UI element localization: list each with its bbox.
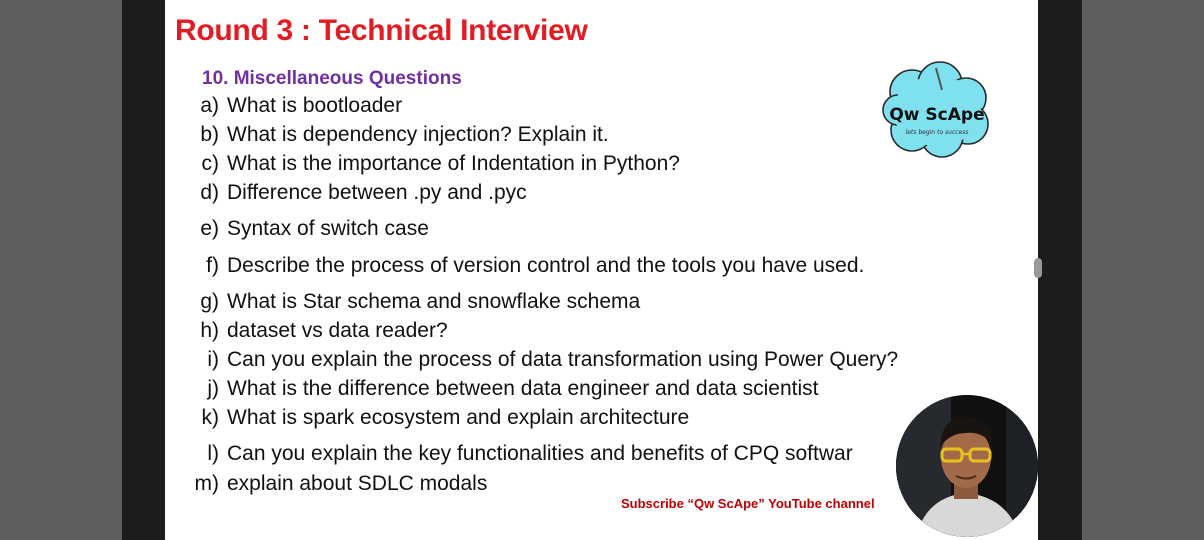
question-letter: b) bbox=[200, 123, 219, 146]
question-text: Difference between .py and .pyc bbox=[227, 181, 527, 204]
question-letter: a) bbox=[200, 94, 219, 117]
question-text: Syntax of switch case bbox=[227, 217, 429, 240]
logo-tagline: lets begin to success bbox=[906, 129, 969, 136]
edge-scroll-handle[interactable] bbox=[1034, 258, 1042, 278]
question-letter: l) bbox=[207, 442, 219, 465]
question-text: What is the difference between data engi… bbox=[227, 377, 819, 400]
question-letter: e) bbox=[200, 217, 219, 240]
question-letter: i) bbox=[207, 348, 219, 371]
section-heading: 10. Miscellaneous Questions bbox=[202, 68, 462, 89]
logo-name: Qw ScApe bbox=[889, 105, 984, 125]
question-letter: k) bbox=[201, 406, 220, 429]
subscribe-banner: Subscribe “Qw ScApe” YouTube channel bbox=[621, 496, 875, 511]
question-text: What is bootloader bbox=[227, 94, 403, 117]
question-text: explain about SDLC modals bbox=[227, 472, 488, 495]
question-text: Describe the process of version control … bbox=[227, 254, 865, 277]
question-letter: d) bbox=[200, 181, 219, 204]
question-text: dataset vs data reader? bbox=[227, 319, 448, 342]
question-text: What is dependency injection? Explain it… bbox=[227, 123, 609, 146]
left-letterbox-bar bbox=[0, 0, 122, 540]
presentation-slide: Round 3 : Technical Interview 10. Miscel… bbox=[165, 0, 1038, 540]
question-text: Can you explain the key functionalities … bbox=[227, 442, 853, 465]
qw-scape-logo: Qw ScApe lets begin to success bbox=[882, 61, 989, 158]
presenter-avatar bbox=[896, 395, 1038, 537]
question-text: What is the importance of Indentation in… bbox=[227, 152, 680, 175]
question-letter: h) bbox=[200, 319, 219, 342]
question-text: What is Star schema and snowflake schema bbox=[227, 290, 641, 313]
question-letter: m) bbox=[194, 472, 220, 495]
slide-title: Round 3 : Technical Interview bbox=[175, 14, 588, 47]
question-text: Can you explain the process of data tran… bbox=[227, 348, 899, 371]
question-letter: g) bbox=[200, 290, 219, 313]
question-text: What is spark ecosystem and explain arch… bbox=[227, 406, 690, 429]
presenter-webcam bbox=[896, 395, 1038, 537]
question-letter: f) bbox=[206, 254, 219, 277]
question-letter: c) bbox=[201, 152, 220, 175]
right-letterbox-bar bbox=[1082, 0, 1204, 540]
question-letter: j) bbox=[207, 377, 219, 400]
